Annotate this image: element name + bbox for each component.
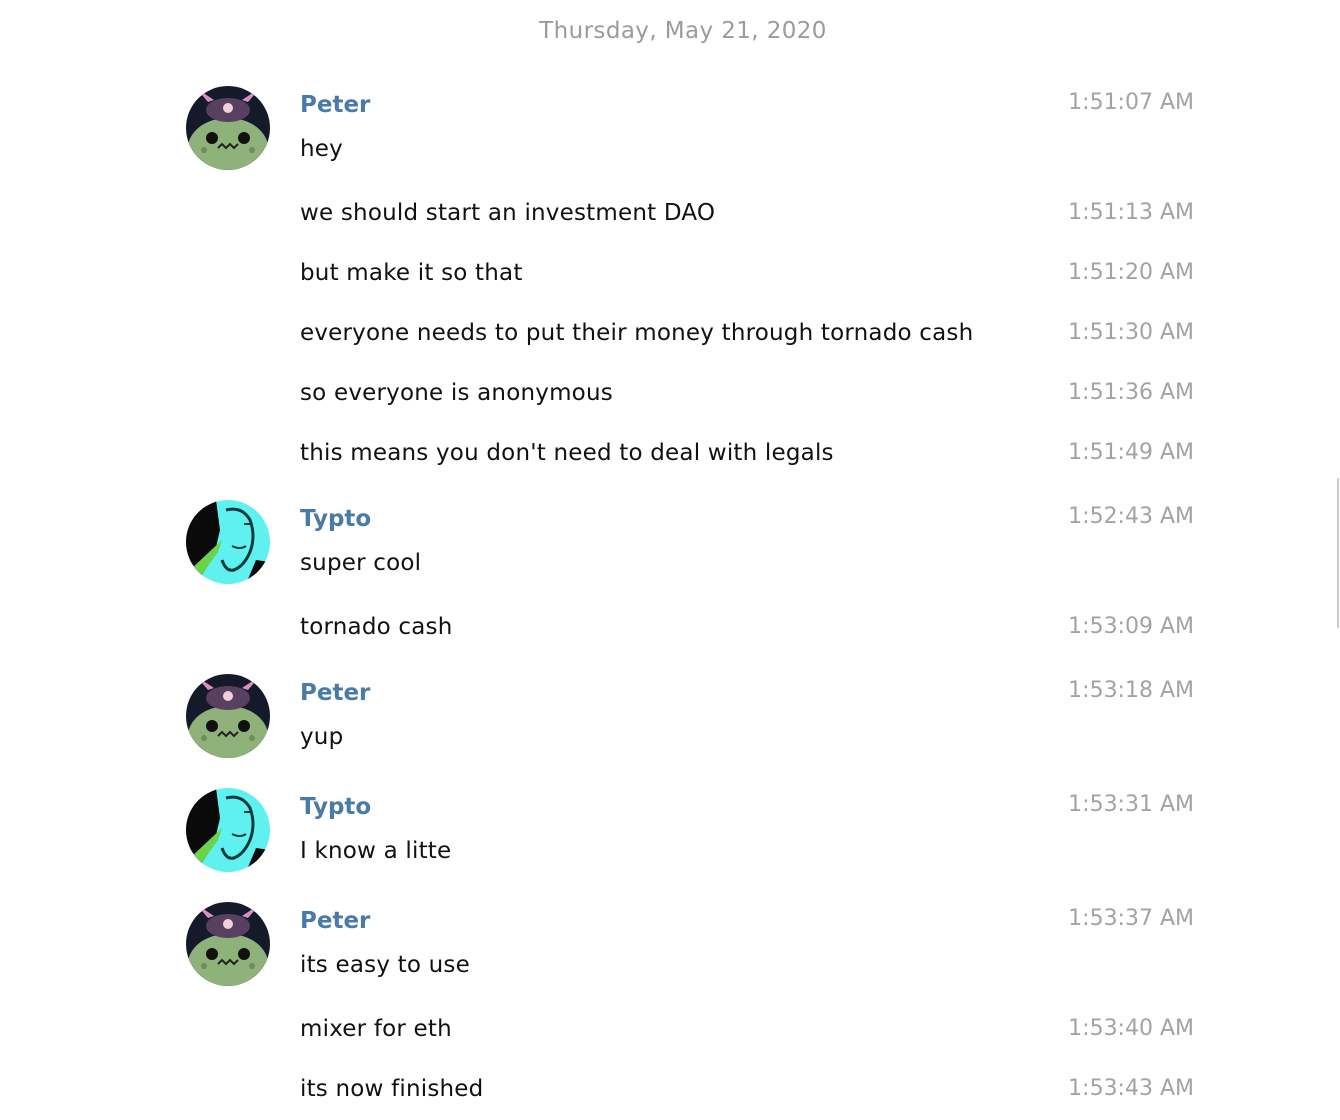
sender-name[interactable]: Typto [300, 504, 371, 534]
message-timestamp: 1:51:49 AM [1068, 440, 1194, 465]
sender-name[interactable]: Peter [300, 90, 370, 120]
peter-avatar-icon[interactable] [186, 902, 270, 986]
message-text: mixer for eth [300, 1016, 452, 1042]
message-text: but make it so that [300, 260, 523, 286]
message-timestamp: 1:51:20 AM [1068, 260, 1194, 285]
message-timestamp: 1:53:31 AM [1068, 792, 1194, 817]
scrollbar[interactable] [1336, 0, 1340, 1120]
typto-avatar-icon[interactable] [186, 500, 270, 584]
message-text: its now finished [300, 1076, 484, 1102]
message-text: everyone needs to put their money throug… [300, 320, 974, 346]
message-text: so everyone is anonymous [300, 380, 613, 406]
message-text: its easy to use [300, 952, 470, 978]
sender-name[interactable]: Peter [300, 678, 370, 708]
message-text: super cool [300, 550, 422, 576]
scrollbar-thumb[interactable] [1337, 478, 1339, 628]
message-timestamp: 1:51:36 AM [1068, 380, 1194, 405]
sender-name[interactable]: Typto [300, 792, 371, 822]
message-text: hey [300, 136, 343, 162]
peter-avatar-icon[interactable] [186, 674, 270, 758]
message-text: we should start an investment DAO [300, 200, 716, 226]
message-timestamp: 1:51:13 AM [1068, 200, 1194, 225]
peter-avatar-icon[interactable] [186, 86, 270, 170]
message-timestamp: 1:53:43 AM [1068, 1076, 1194, 1101]
message-timestamp: 1:53:18 AM [1068, 678, 1194, 703]
message-text: I know a litte [300, 838, 452, 864]
message-timestamp: 1:53:37 AM [1068, 906, 1194, 931]
message-timestamp: 1:52:43 AM [1068, 504, 1194, 529]
typto-avatar-icon[interactable] [186, 788, 270, 872]
date-header: Thursday, May 21, 2020 [539, 18, 827, 44]
message-timestamp: 1:51:07 AM [1068, 90, 1194, 115]
message-text: this means you don't need to deal with l… [300, 440, 834, 466]
message-timestamp: 1:53:40 AM [1068, 1016, 1194, 1041]
message-timestamp: 1:51:30 AM [1068, 320, 1194, 345]
message-text: yup [300, 724, 344, 750]
sender-name[interactable]: Peter [300, 906, 370, 936]
message-text: tornado cash [300, 614, 453, 640]
message-timestamp: 1:53:09 AM [1068, 614, 1194, 639]
